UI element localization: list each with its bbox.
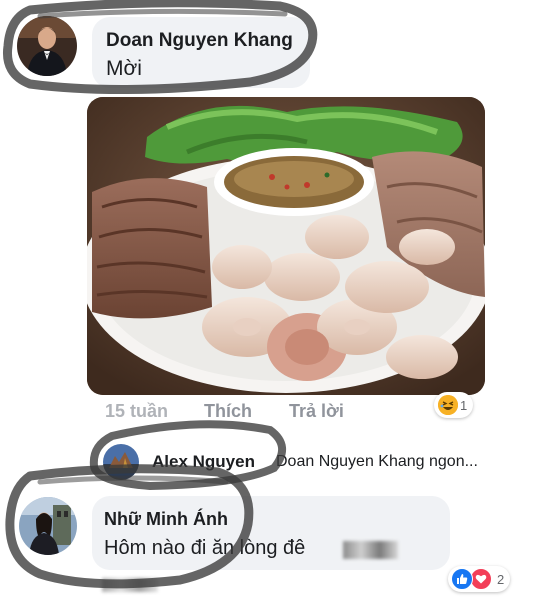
censored-timestamp	[102, 578, 158, 592]
haha-icon	[438, 395, 458, 415]
comment-photo[interactable]	[87, 97, 485, 395]
reaction-count-nhu: 2	[497, 571, 505, 587]
reaction-summary-doan[interactable]: 1	[434, 392, 474, 418]
avatar-alex[interactable]	[103, 444, 139, 480]
comment-author-nhu[interactable]: Nhữ Minh Ánh	[104, 509, 228, 530]
love-icon	[470, 568, 492, 590]
comment-text-nhu: Hôm nào đi ăn lòng đê	[104, 537, 306, 559]
avatar-nhu[interactable]	[19, 497, 77, 555]
food-plate-image	[87, 97, 485, 395]
avatar-doan[interactable]	[17, 16, 77, 76]
reaction-summary-nhu[interactable]: 2	[448, 566, 511, 592]
like-icon	[451, 568, 473, 590]
censored-text	[343, 541, 398, 559]
like-link[interactable]: Thích	[204, 401, 252, 422]
reply-text[interactable]: Doan Nguyen Khang ngon...	[276, 453, 478, 471]
comment-text-doan: Mời	[106, 57, 142, 80]
comment-timestamp[interactable]: 15 tuần	[105, 401, 168, 422]
reply-link[interactable]: Trả lời	[289, 401, 344, 422]
reply-author[interactable]: Alex Nguyen	[152, 452, 255, 472]
reaction-count-doan: 1	[460, 397, 468, 413]
comment-author-doan[interactable]: Doan Nguyen Khang	[106, 30, 293, 52]
